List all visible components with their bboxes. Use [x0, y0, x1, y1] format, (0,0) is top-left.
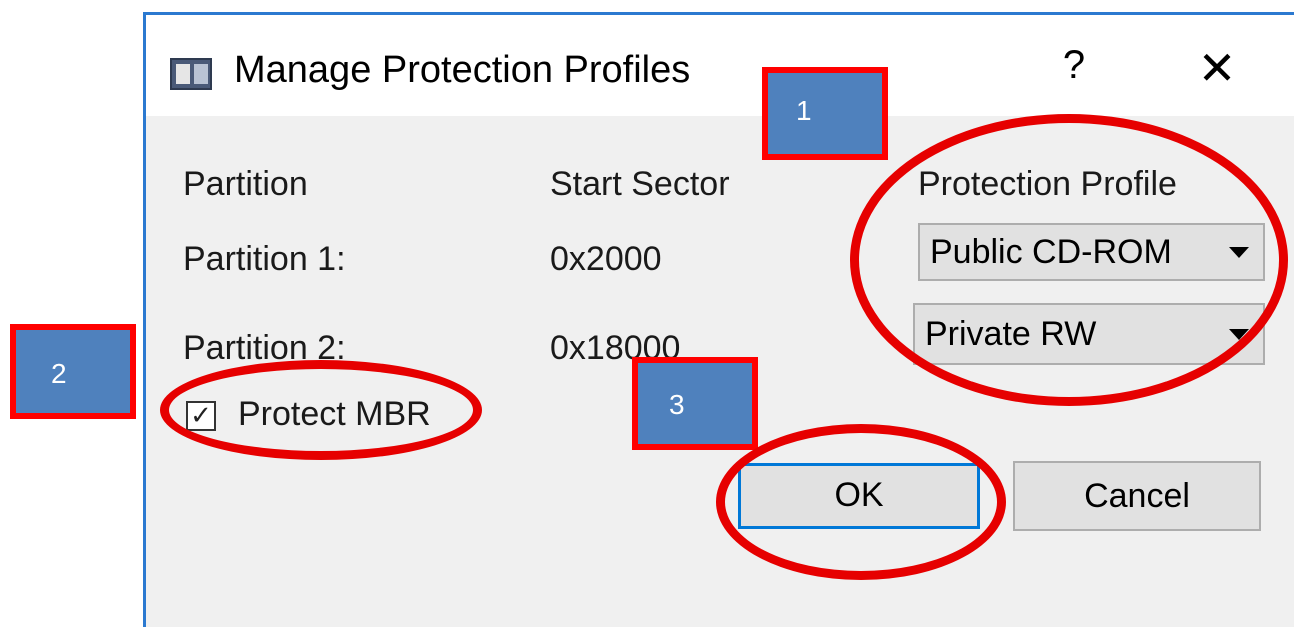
header-partition: Partition	[183, 165, 308, 203]
cancel-button[interactable]: Cancel	[1013, 461, 1261, 531]
annotation-marker-1: 1	[762, 67, 888, 160]
window-title: Manage Protection Profiles	[234, 49, 691, 91]
annotation-marker-3: 3	[632, 357, 758, 450]
chevron-down-icon	[1229, 247, 1249, 258]
protect-mbr-checkbox[interactable]: ✓	[186, 401, 216, 431]
title-bar[interactable]: Manage Protection Profiles ? ✕	[146, 15, 1294, 116]
close-icon[interactable]: ✕	[1192, 41, 1242, 95]
partition-1-start-sector: 0x2000	[550, 240, 662, 278]
protect-mbr-label[interactable]: Protect MBR	[238, 395, 431, 434]
partition-1-label: Partition 1:	[183, 240, 346, 278]
help-button[interactable]: ?	[1054, 43, 1094, 88]
partition-2-label: Partition 2:	[183, 329, 346, 367]
app-window-icon	[170, 58, 212, 90]
partition-2-profile-dropdown[interactable]: Private RW	[913, 303, 1265, 365]
header-protection-profile: Protection Profile	[918, 165, 1177, 203]
partition-2-profile-value: Private RW	[925, 315, 1097, 353]
chevron-down-icon	[1229, 329, 1249, 340]
screenshot-stage: Manage Protection Profiles ? ✕ Partition…	[0, 0, 1294, 627]
partition-1-profile-dropdown[interactable]: Public CD-ROM	[918, 223, 1265, 281]
partition-1-profile-value: Public CD-ROM	[930, 233, 1172, 271]
manage-protection-profiles-dialog: Manage Protection Profiles ? ✕ Partition…	[143, 12, 1294, 627]
ok-button[interactable]: OK	[738, 463, 980, 529]
annotation-marker-2: 2	[10, 324, 136, 419]
header-start-sector: Start Sector	[550, 165, 730, 203]
